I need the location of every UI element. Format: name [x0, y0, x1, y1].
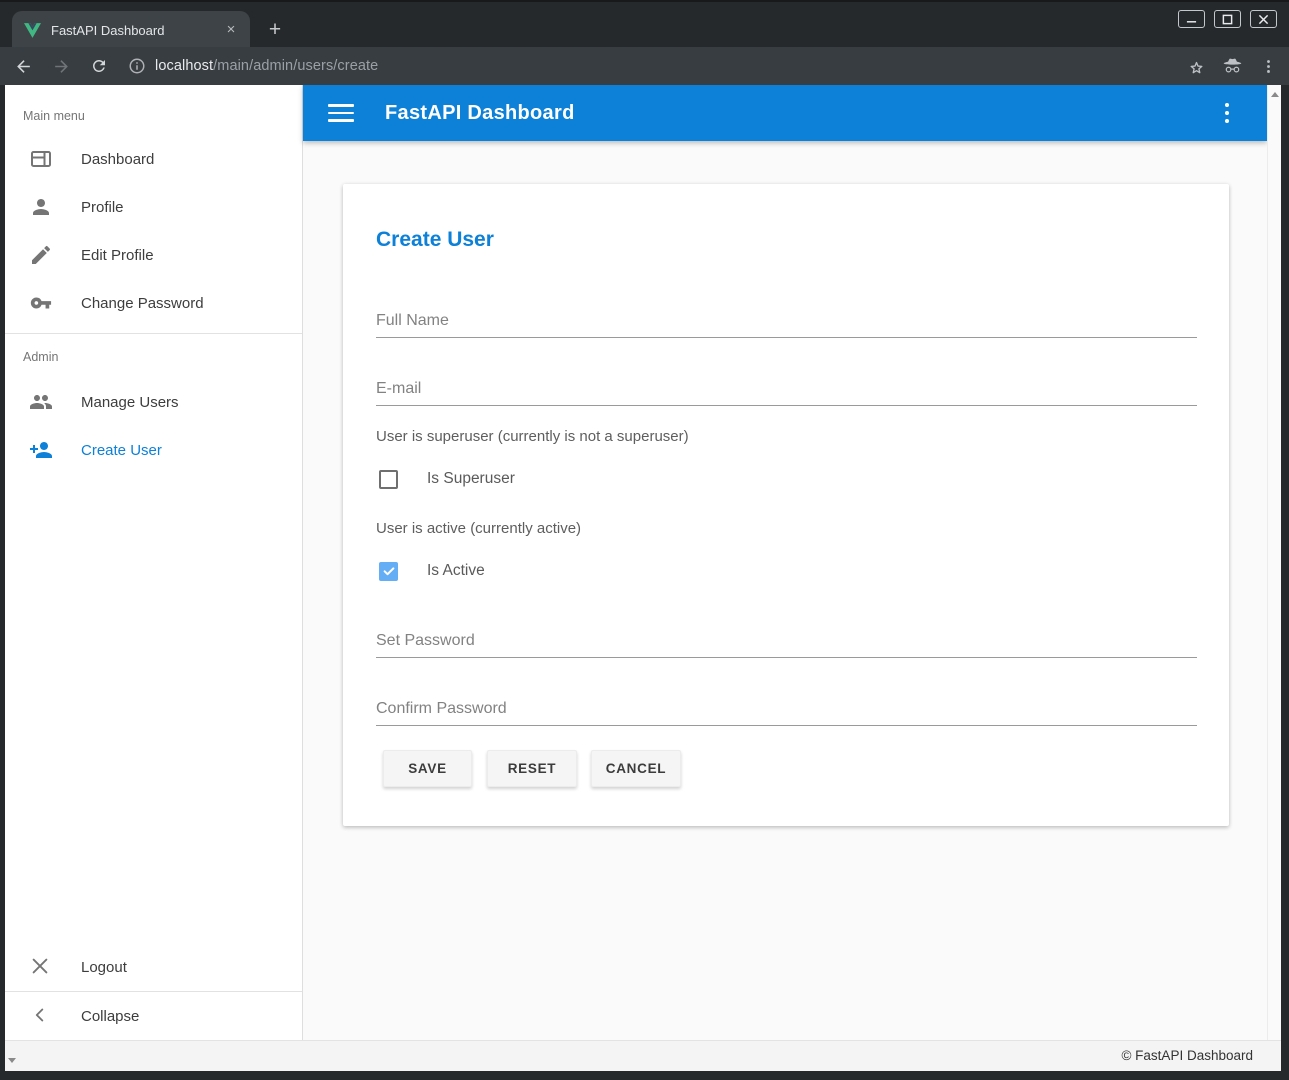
sidebar-item-label: Edit Profile: [81, 247, 154, 264]
browser-window: FastAPI Dashboard × + local: [0, 0, 1289, 1080]
scrollbar[interactable]: [1267, 85, 1281, 1040]
person-icon: [29, 195, 53, 219]
sidebar-item-dashboard[interactable]: Dashboard: [5, 135, 302, 183]
sidebar-item-edit-profile[interactable]: Edit Profile: [5, 231, 302, 279]
minimize-button[interactable]: [1178, 10, 1205, 28]
browser-toolbar: localhost/main/admin/users/create: [0, 47, 1289, 85]
is-active-checkbox[interactable]: Is Active: [379, 559, 485, 583]
checkbox-label: Is Superuser: [427, 470, 515, 488]
checkbox-checked[interactable]: [379, 562, 398, 581]
create-user-card: Create User Full Name E-mail User is sup…: [343, 184, 1229, 826]
sidebar-item-create-user[interactable]: Create User: [5, 426, 302, 474]
sidebar-section-main-menu: Main menu: [5, 85, 302, 135]
hamburger-menu-icon[interactable]: [328, 103, 354, 123]
field-underline: [376, 657, 1197, 658]
active-hint: User is active (currently active): [376, 520, 581, 537]
save-button[interactable]: SAVE: [383, 750, 472, 787]
set-password-field[interactable]: Set Password: [376, 632, 1197, 676]
page-footer: © FastAPI Dashboard: [5, 1040, 1281, 1071]
sidebar-item-profile[interactable]: Profile: [5, 183, 302, 231]
page-content: Main menu Dashboard Profile Edit Profile: [5, 85, 1281, 1071]
dashboard-icon: [29, 147, 53, 171]
url-text[interactable]: localhost/main/admin/users/create: [155, 58, 378, 74]
sidebar-item-manage-users[interactable]: Manage Users: [5, 378, 302, 426]
main-area: FastAPI Dashboard Create User Full Name …: [303, 85, 1267, 1040]
chevron-left-icon: [29, 1004, 53, 1028]
people-icon: [29, 390, 53, 414]
forward-icon[interactable]: [46, 51, 76, 81]
browser-titlebar: FastAPI Dashboard × +: [0, 0, 1289, 47]
sidebar-item-label: Create User: [81, 442, 162, 459]
field-underline: [376, 725, 1197, 726]
full-name-label: Full Name: [376, 312, 1197, 330]
person-add-icon: [29, 438, 53, 462]
sidebar-section-admin: Admin: [5, 334, 302, 378]
confirm-password-field[interactable]: Confirm Password: [376, 700, 1197, 744]
url-path: /main/admin/users/create: [213, 58, 378, 74]
sidebar-item-label: Manage Users: [81, 394, 179, 411]
reset-button[interactable]: RESET: [487, 750, 577, 787]
full-name-field[interactable]: Full Name: [376, 312, 1197, 356]
tab-title: FastAPI Dashboard: [51, 23, 222, 38]
close-window-button[interactable]: [1250, 10, 1277, 28]
sidebar-item-logout[interactable]: Logout: [5, 943, 302, 991]
sidebar-item-change-password[interactable]: Change Password: [5, 279, 302, 327]
superuser-hint: User is superuser (currently is not a su…: [376, 428, 689, 445]
bookmark-star-icon[interactable]: [1185, 55, 1207, 77]
new-tab-button[interactable]: +: [262, 17, 288, 43]
sidebar-item-label: Collapse: [81, 1008, 139, 1025]
email-field[interactable]: E-mail: [376, 380, 1197, 424]
scroll-up-icon[interactable]: [1268, 87, 1281, 101]
confirm-password-label: Confirm Password: [376, 700, 1197, 718]
sidebar-item-label: Logout: [81, 959, 127, 976]
sidebar-spacer: [5, 474, 302, 943]
checkbox-unchecked[interactable]: [379, 470, 398, 489]
cancel-button[interactable]: CANCEL: [591, 750, 681, 787]
url-host: localhost: [155, 58, 213, 74]
appbar-title: FastAPI Dashboard: [385, 102, 575, 125]
sidebar-item-collapse[interactable]: Collapse: [5, 992, 302, 1040]
sidebar-item-label: Profile: [81, 199, 124, 216]
key-icon: [29, 291, 53, 315]
browser-tab[interactable]: FastAPI Dashboard ×: [12, 11, 250, 49]
close-icon: [29, 955, 53, 979]
sidebar-item-label: Dashboard: [81, 151, 154, 168]
checkbox-label: Is Active: [427, 562, 485, 580]
sidebar-item-label: Change Password: [81, 295, 204, 312]
reload-icon[interactable]: [84, 51, 114, 81]
tab-close-icon[interactable]: ×: [222, 21, 240, 39]
incognito-icon: [1221, 55, 1243, 77]
scroll-down-icon[interactable]: [5, 1053, 19, 1067]
field-underline: [376, 337, 1197, 338]
back-icon[interactable]: [8, 51, 38, 81]
maximize-button[interactable]: [1214, 10, 1241, 28]
form-title: Create User: [376, 228, 494, 252]
url-bar[interactable]: localhost/main/admin/users/create: [128, 52, 1185, 80]
field-underline: [376, 405, 1197, 406]
sidebar: Main menu Dashboard Profile Edit Profile: [5, 85, 303, 1040]
email-label: E-mail: [376, 380, 1197, 398]
set-password-label: Set Password: [376, 632, 1197, 650]
vue-logo-icon: [24, 23, 41, 38]
copyright-text: © FastAPI Dashboard: [1121, 1041, 1253, 1071]
appbar: FastAPI Dashboard: [303, 85, 1267, 141]
form-actions: SAVE RESET CANCEL: [383, 750, 681, 787]
site-info-icon[interactable]: [128, 57, 146, 75]
pencil-icon: [29, 243, 53, 267]
is-superuser-checkbox[interactable]: Is Superuser: [379, 467, 515, 491]
browser-menu-icon[interactable]: [1257, 55, 1279, 77]
appbar-overflow-menu-icon[interactable]: [1215, 101, 1239, 125]
